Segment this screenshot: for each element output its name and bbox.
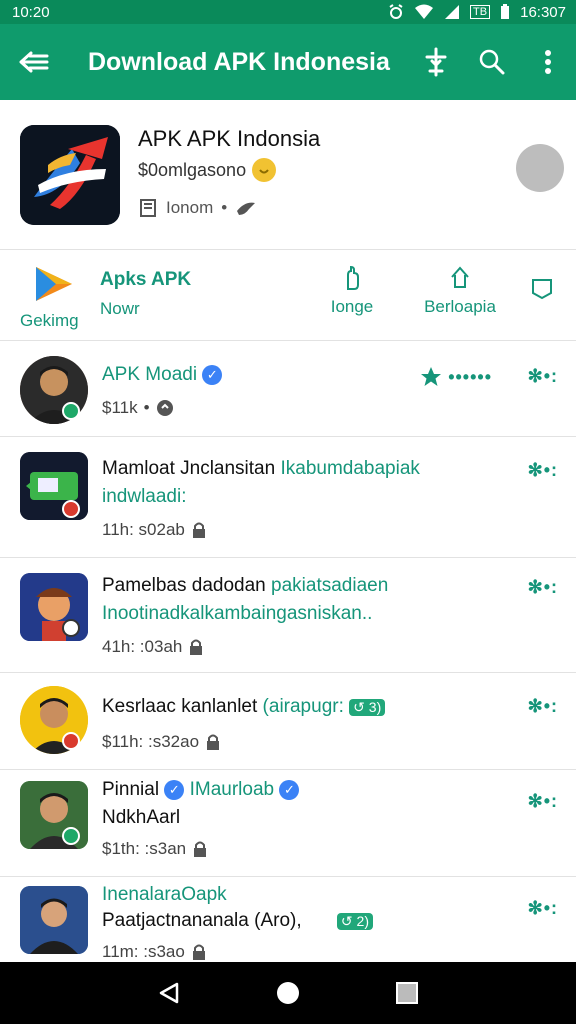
install-status-circle[interactable] xyxy=(516,144,564,192)
tab-longe[interactable]: Ionge xyxy=(322,265,382,317)
status-bar: 10:20 TB 16:307 xyxy=(0,0,576,24)
search-icon xyxy=(479,49,505,75)
app-bar: Download APK Indonesia xyxy=(0,24,576,100)
item-more-button[interactable]: ✻•: xyxy=(528,460,558,481)
home-icon xyxy=(451,266,469,288)
tab-new-title: Apks APK xyxy=(100,269,192,290)
item-rating: •••••• xyxy=(420,366,492,388)
status-badge xyxy=(62,402,80,420)
item-subtitle: NdkhAarl xyxy=(102,807,181,828)
list-item[interactable]: Kesrlaac kanlanlet (airapugr: ↺ 3) $11h:… xyxy=(0,674,576,770)
play-store-icon xyxy=(36,267,72,301)
item-title: Pinnial ✓ IMaurloab ✓ xyxy=(102,779,300,801)
verified-icon: ✓ xyxy=(202,364,223,385)
list-item[interactable]: Mamloat Jnclansitan Ikabumdabapiak indwl… xyxy=(0,438,576,558)
tab-berloapia[interactable]: Berloapia xyxy=(422,265,498,317)
sword-button[interactable] xyxy=(408,24,464,100)
tab-berloapia-label: Berloapia xyxy=(424,297,496,316)
item-meta: 41h: :03ah xyxy=(102,637,204,657)
app-header: APK APK Indonsia $0omlgasono Ionom • xyxy=(0,100,576,250)
item-meta: $11k • xyxy=(102,398,174,418)
item-title: APK Moadi ✓ xyxy=(102,364,223,386)
wifi-icon xyxy=(415,4,434,19)
item-subtitle: Paatjactnananala (Aro), ↺ 2) xyxy=(102,910,373,932)
verified-icon: ✓ xyxy=(164,779,185,800)
item-meta: $11h: :s32ao xyxy=(102,732,221,752)
meta-separator: • xyxy=(221,198,228,217)
overflow-menu-button[interactable] xyxy=(520,24,576,100)
system-nav-bar xyxy=(0,962,576,1024)
item-more-button[interactable]: ✻•: xyxy=(528,791,558,812)
list-item[interactable]: Pinnial ✓ IMaurloab ✓ NdkhAarl $1th: :s3… xyxy=(0,771,576,877)
item-more-button[interactable]: ✻•: xyxy=(528,366,558,387)
item-meta: 11m: :s3ao xyxy=(102,942,207,962)
status-badge xyxy=(62,827,80,845)
item-title: Pamelbas dadodan pakiatsadiaen xyxy=(102,575,389,596)
tab-new[interactable]: Apks APK Nowr xyxy=(100,269,191,319)
nav-recents-icon[interactable] xyxy=(395,981,419,1005)
item-title: InenalaraOapk xyxy=(102,884,227,905)
tab-bookmark[interactable] xyxy=(526,265,558,305)
status-icons: TB 16:307 xyxy=(388,4,566,21)
signal-icon xyxy=(445,5,460,19)
person-photo-icon xyxy=(20,886,88,954)
tab-play-label: Gekimg xyxy=(20,311,79,330)
status-badge xyxy=(62,619,80,637)
nav-home-icon[interactable] xyxy=(275,980,301,1006)
status-time-left: 10:20 xyxy=(12,3,50,21)
count-pill: ↺ 3) xyxy=(349,699,386,716)
page-title: Download APK Indonesia xyxy=(88,47,390,76)
sword-icon xyxy=(425,47,447,77)
back-button[interactable] xyxy=(4,24,64,100)
status-badge xyxy=(62,500,80,518)
list-item[interactable]: APK Moadi ✓ $11k • •••••• ✻•: xyxy=(0,342,576,437)
app-logo[interactable] xyxy=(20,125,120,225)
list-item[interactable]: Pamelbas dadodan pakiatsadiaen Inootinad… xyxy=(0,559,576,673)
nav-back-icon[interactable] xyxy=(157,981,181,1005)
app-meta-label: Ionom xyxy=(166,198,214,217)
lock-icon xyxy=(207,734,220,750)
lock-icon xyxy=(194,841,207,857)
item-more-button[interactable]: ✻•: xyxy=(528,577,558,598)
app-name: APK APK Indonsia xyxy=(138,126,321,151)
tab-row: Gekimg Apks APK Nowr Ionge Berloapia xyxy=(0,251,576,341)
developer-row: $0omlgasono xyxy=(138,158,277,182)
overflow-icon xyxy=(545,50,551,74)
search-button[interactable] xyxy=(464,24,520,100)
book-icon xyxy=(140,199,156,217)
shield-small-icon xyxy=(156,400,173,416)
item-meta: $1th: :s3an xyxy=(102,839,208,859)
battery-icon xyxy=(501,4,510,19)
list-item[interactable]: InenalaraOapk Paatjactnananala (Aro), ↺ … xyxy=(0,878,576,962)
item-more-button[interactable]: ✻•: xyxy=(528,898,558,919)
item-title: Kesrlaac kanlanlet (airapugr: ↺ 3) xyxy=(102,696,386,718)
item-title: Mamloat Jnclansitan Ikabumdabapiak xyxy=(102,458,420,479)
developer-name[interactable]: $0omlgasono xyxy=(138,160,246,181)
lock-icon xyxy=(192,522,205,538)
star-icon xyxy=(421,367,442,386)
tab-new-subtitle: Nowr xyxy=(100,299,140,318)
tab-play[interactable]: Gekimg xyxy=(20,263,90,333)
alarm-icon xyxy=(389,4,403,19)
avatar xyxy=(20,886,88,954)
count-pill: ↺ 2) xyxy=(336,913,373,930)
tag-icon xyxy=(532,279,552,300)
status-time-right: 16:307 xyxy=(520,3,566,21)
item-more-button[interactable]: ✻•: xyxy=(528,696,558,717)
apk-logo-icon xyxy=(20,125,120,225)
coin-icon xyxy=(252,158,277,182)
item-subtitle: indwlaadi: xyxy=(102,486,187,507)
item-meta: 11h: s02ab xyxy=(102,520,207,540)
back-arrow-icon xyxy=(19,51,49,73)
lock-icon xyxy=(192,944,205,960)
tab-longe-label: Ionge xyxy=(330,297,374,316)
hand-icon xyxy=(347,265,359,290)
app-meta-row: Ionom • xyxy=(138,198,257,218)
lock-icon xyxy=(190,639,203,655)
status-tag: TB xyxy=(470,5,491,19)
bird-icon xyxy=(237,202,256,215)
item-subtitle: Inootinadkalkambaingasniskan.. xyxy=(102,603,373,624)
verified-icon: ✓ xyxy=(279,779,300,800)
status-badge xyxy=(62,732,80,750)
